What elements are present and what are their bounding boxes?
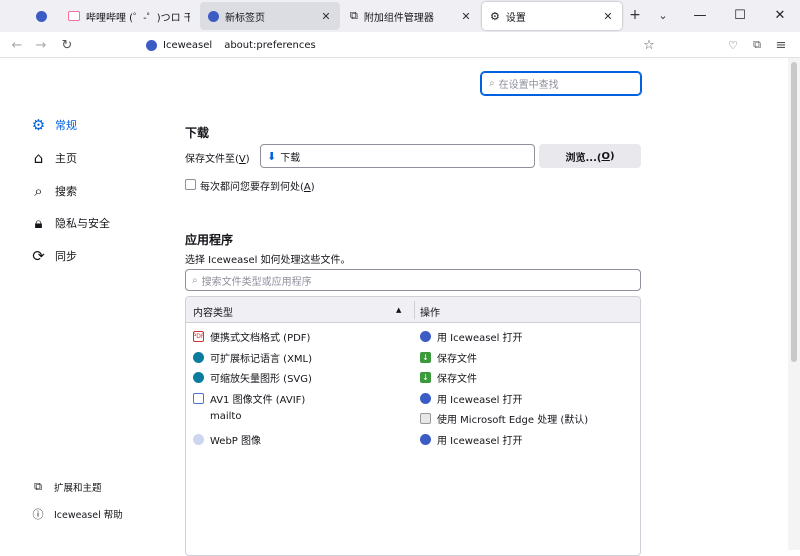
close-window-button[interactable]: ✕	[760, 2, 800, 28]
tab-settings[interactable]: ⚙ 设置 ✕	[482, 2, 622, 30]
search-icon: ⌕	[489, 78, 495, 89]
edge-icon	[193, 352, 204, 363]
pocket-icon[interactable]: ♡	[722, 34, 744, 56]
home-icon: ⌂	[33, 148, 44, 167]
always-ask-label[interactable]: 每次都问您要存到何处(A)	[200, 178, 315, 193]
download-arrow-icon: ⬇	[267, 149, 277, 163]
save-icon: ↓	[420, 352, 431, 363]
sidebar-item-search[interactable]: ⌕ 搜索	[30, 181, 77, 200]
downloads-heading: 下载	[185, 126, 210, 140]
tab-pinned[interactable]	[28, 2, 58, 30]
iceweasel-icon	[36, 10, 47, 22]
bilibili-icon	[68, 11, 80, 21]
iceweasel-icon	[146, 39, 157, 51]
settings-search-input[interactable]: ⌕ 在设置中查找	[481, 72, 641, 95]
filter-input[interactable]: ⌕ 搜索文件类型或应用程序	[185, 269, 641, 291]
forward-button[interactable]: →	[30, 34, 52, 56]
help-icon: ⓘ	[32, 508, 44, 521]
tab-addons[interactable]: ⧉ 附加组件管理器 ✕	[342, 2, 480, 30]
tab-bilibili[interactable]: 哔哩哔哩 (゜-゜)つロ 干杯~	[60, 2, 198, 30]
table-row[interactable]: 可扩展标记语言 (XML) ↓ 保存文件	[186, 347, 640, 367]
puzzle-icon: ⧉	[350, 9, 358, 22]
sidebar-item-privacy[interactable]: 🔒︎ 隐私与安全	[30, 213, 111, 232]
column-content-type[interactable]: 内容类型	[193, 304, 233, 319]
tab-strip: 哔哩哔哩 (゜-゜)つロ 干杯~ 新标签页 ✕ ⧉ 附加组件管理器 ✕ ⚙ 设置…	[0, 0, 800, 32]
pdf-icon: PDF	[192, 331, 205, 342]
applications-description: 选择 Iceweasel 如何处理这些文件。	[185, 255, 351, 266]
search-icon: ⌕	[192, 274, 198, 286]
navigation-toolbar: ← → ↻ Iceweasel about:preferences ☆ ♡ ⧉ …	[0, 32, 800, 58]
gear-icon: ⚙	[31, 115, 46, 134]
sidebar-addons-link[interactable]: ⧉ 扩展和主题	[32, 480, 101, 494]
back-button[interactable]: ←	[6, 34, 28, 56]
sort-arrow-icon: ▲	[396, 306, 402, 314]
edge-icon	[193, 372, 204, 383]
identity-label: Iceweasel	[163, 39, 213, 51]
sync-icon: ⟳	[32, 246, 45, 265]
always-ask-checkbox[interactable]	[185, 179, 196, 190]
list-tabs-button[interactable]: ⌄	[652, 4, 674, 26]
table-row[interactable]: PDF 便携式文档格式 (PDF) 用 Iceweasel 打开	[186, 326, 640, 346]
iceweasel-icon	[420, 393, 431, 404]
sidebar-item-sync[interactable]: ⟳ 同步	[30, 246, 77, 265]
scrollbar-thumb[interactable]	[791, 62, 797, 362]
close-icon[interactable]: ✕	[320, 10, 332, 23]
url-text[interactable]: about:preferences	[224, 40, 316, 51]
column-action[interactable]: 操作	[420, 304, 440, 319]
search-icon: ⌕	[34, 181, 43, 200]
sidebar-item-home[interactable]: ⌂ 主页	[30, 148, 77, 167]
iceweasel-icon	[420, 331, 431, 342]
image-icon	[193, 434, 204, 445]
table-row[interactable]: 可缩放矢量图形 (SVG) ↓ 保存文件	[186, 367, 640, 387]
sidebar-help-link[interactable]: ⓘ Iceweasel 帮助	[32, 506, 123, 522]
menu-icon[interactable]: ≡	[770, 34, 792, 56]
save-icon: ↓	[420, 372, 431, 383]
column-separator[interactable]	[414, 301, 415, 319]
reload-button[interactable]: ↻	[56, 34, 78, 56]
table-header: 内容类型 ▲ 操作	[186, 297, 640, 323]
table-row[interactable]: mailto 使用 Microsoft Edge 处理 (默认)	[186, 408, 640, 428]
lock-icon: 🔒︎	[34, 213, 43, 232]
tab-new-tab[interactable]: 新标签页 ✕	[200, 2, 340, 30]
maximize-button[interactable]: ☐	[720, 2, 760, 28]
preferences-page: ⌕ 在设置中查找 ⚙ 常规 ⌂ 主页 ⌕ 搜索 🔒︎ 隐私与安全 ⟳ 同步 ⧉ …	[0, 58, 800, 556]
new-tab-button[interactable]: +	[624, 4, 646, 26]
applications-heading: 应用程序	[185, 233, 234, 247]
browse-button[interactable]: 浏览...(O)	[539, 144, 641, 168]
save-to-label: 保存文件至(V)	[185, 154, 250, 165]
url-bar[interactable]: Iceweasel about:preferences	[140, 33, 664, 57]
puzzle-icon: ⧉	[34, 480, 42, 493]
download-folder-field[interactable]: ⬇ 下载	[260, 144, 535, 168]
iceweasel-icon	[208, 10, 219, 22]
extensions-icon[interactable]: ⧉	[746, 34, 768, 56]
gear-icon: ⚙	[490, 9, 500, 23]
close-icon[interactable]: ✕	[602, 10, 614, 23]
minimize-button[interactable]: —	[680, 2, 720, 28]
applications-table: 内容类型 ▲ 操作 PDF 便携式文档格式 (PDF) 用 Iceweasel 打…	[185, 296, 641, 556]
table-row[interactable]: WebP 图像 用 Iceweasel 打开	[186, 429, 640, 449]
app-icon	[420, 413, 431, 424]
close-icon[interactable]: ✕	[460, 10, 472, 23]
table-row[interactable]: AV1 图像文件 (AVIF) 用 Iceweasel 打开	[186, 388, 640, 408]
file-icon	[193, 393, 204, 404]
iceweasel-icon	[420, 434, 431, 445]
sidebar-item-general[interactable]: ⚙ 常规	[30, 115, 77, 134]
bookmark-star-icon[interactable]: ☆	[638, 34, 660, 56]
scrollbar[interactable]	[788, 58, 800, 550]
